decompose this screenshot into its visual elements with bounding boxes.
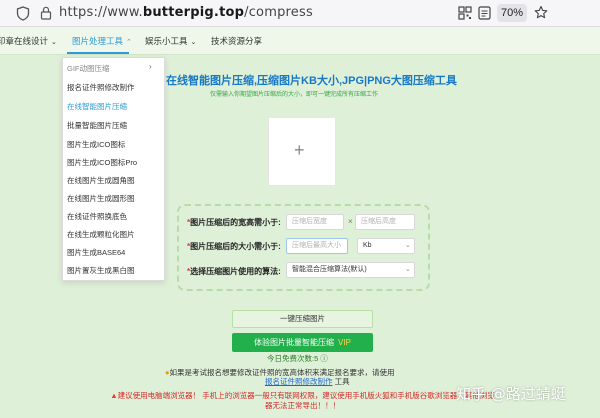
bookmark-star-icon[interactable] [534, 5, 548, 20]
warning-icon: ▲ [110, 391, 118, 400]
url-prefix: https://www. [59, 5, 143, 20]
dimension-label-text: 图片压缩后的宽高需小于: [190, 218, 281, 227]
nav-label: 图片处理工具 [72, 36, 124, 46]
id-photo-tool-link[interactable]: 报名证件照修改制作 [265, 377, 333, 386]
algorithm-value: 智能混合压缩算法(默认) [292, 266, 367, 273]
nav-label: 技术资源分享 [211, 36, 263, 46]
id-photo-notice-line2: 报名证件照修改制作 工具 [265, 376, 350, 387]
size-unit-value: Kb [363, 242, 372, 249]
page-subtitle: 仅需输入你期望图片压缩后的大小，即可一键完成所有压缩工作 [210, 92, 379, 98]
plus-icon: + [294, 140, 305, 160]
address-bar[interactable]: https://www.butterpig.top/compress [59, 5, 313, 20]
image-upload-box[interactable]: + [268, 117, 336, 186]
image-tools-dropdown: GIF动图压缩 › 报名证件照修改制作 在线智能图片压缩 批量智能图片压缩 图片… [62, 57, 165, 281]
url-domain: butterpig.top [142, 5, 245, 20]
vip-badge: VIP [338, 338, 351, 347]
notice-suffix: 工具 [334, 377, 350, 386]
shield-icon[interactable] [16, 6, 30, 21]
compress-button[interactable]: 一键压缩图片 [232, 310, 373, 328]
help-icon[interactable]: ⓘ [320, 354, 328, 363]
browser-warning: ▲建议使用电脑端浏览器！ 手机上的浏览器一般只有联网权限，建议使用手机版火狐和手… [110, 391, 495, 411]
algorithm-label-text: 选择压缩图片使用的算法: [190, 267, 281, 276]
batch-compress-label: 体验图片批量智能压缩 [254, 338, 335, 347]
warning-text: 建议使用电脑端浏览器！ 手机上的浏览器一般只有联网权限，建议使用手机版火狐和手机… [117, 391, 495, 410]
page-title: 在线智能图片压缩,压缩图片KB大小,JPG|PNG大图压缩工具 [166, 75, 457, 87]
algorithm-select[interactable]: 智能混合压缩算法(默认) [286, 262, 415, 278]
dropdown-item-gif-compress[interactable]: GIF动图压缩 [67, 63, 110, 74]
nav-item-seal-design[interactable]: 印章在线设计 ⌄ [0, 35, 57, 47]
url-path: /compress [244, 5, 313, 20]
reader-view-icon[interactable] [478, 6, 491, 20]
site-nav: 印章在线设计 ⌄ 图片处理工具 ⌃ 娱乐小工具 ⌄ 技术资源分享 [0, 27, 600, 55]
chevron-right-icon: › [149, 62, 152, 71]
chevron-down-icon: ⌄ [51, 39, 57, 46]
nav-item-image-tools[interactable]: 图片处理工具 ⌃ [72, 35, 132, 47]
free-count-text: 今日免费次数:5 ⓘ [267, 353, 328, 364]
free-count-value: 今日免费次数:5 [267, 354, 319, 363]
chevron-down-icon: ⌃ [126, 39, 132, 46]
dropdown-item-grayscale[interactable]: 图片置灰生成黑白图 [67, 265, 135, 276]
browser-toolbar: https://www.butterpig.top/compress 70% [0, 0, 600, 27]
dropdown-item-circle[interactable]: 在线图片生成圆形图 [67, 193, 135, 204]
algorithm-label: *选择压缩图片使用的算法: [187, 266, 281, 277]
times-sign: × [348, 217, 353, 226]
chevron-down-icon: ⌄ [405, 266, 411, 273]
lock-icon[interactable] [40, 6, 52, 20]
dropdown-item-ico[interactable]: 图片生成ICO图标 [67, 139, 125, 150]
qr-code-icon[interactable] [458, 6, 472, 20]
dropdown-item-grain[interactable]: 在线生成颗粒化图片 [67, 229, 135, 240]
dropdown-item-smart-compress[interactable]: 在线智能图片压缩 [67, 101, 127, 112]
nav-item-tech-resources[interactable]: 技术资源分享 [211, 35, 262, 47]
zoom-level[interactable]: 70% [497, 4, 527, 22]
active-tab-indicator [67, 52, 129, 54]
nav-item-fun-tools[interactable]: 娱乐小工具 ⌄ [145, 35, 196, 47]
dropdown-item-batch-compress[interactable]: 批量智能图片压缩 [67, 120, 127, 131]
height-input[interactable]: 压缩后高度 [355, 214, 415, 230]
dimension-label: *图片压缩后的宽高需小于: [187, 217, 281, 228]
width-input[interactable]: 压缩后宽度 [286, 214, 344, 230]
chevron-down-icon: ⌄ [405, 242, 411, 249]
nav-label: 娱乐小工具 [145, 36, 188, 46]
max-size-input[interactable]: 压缩后最高大小 [286, 238, 348, 254]
batch-compress-button[interactable]: 体验图片批量智能压缩 VIP [232, 333, 373, 352]
size-label-text: 图片压缩后的大小需小于: [190, 242, 281, 251]
dropdown-item-ico-pro[interactable]: 图片生成ICO图标Pro [67, 157, 137, 168]
dropdown-item-bg-color[interactable]: 在线证件照换底色 [67, 211, 127, 222]
nav-label: 印章在线设计 [0, 36, 49, 46]
chevron-down-icon: ⌄ [190, 39, 197, 46]
dropdown-item-id-photo[interactable]: 报名证件照修改制作 [67, 82, 135, 93]
size-label: *图片压缩后的大小需小于: [187, 241, 281, 252]
dropdown-item-base64[interactable]: 图片生成BASE64 [67, 247, 125, 258]
zhihu-watermark: 知乎 @路过蜻蜓 [456, 385, 566, 403]
dropdown-item-rounded[interactable]: 在线图片生成圆角图 [67, 175, 135, 186]
